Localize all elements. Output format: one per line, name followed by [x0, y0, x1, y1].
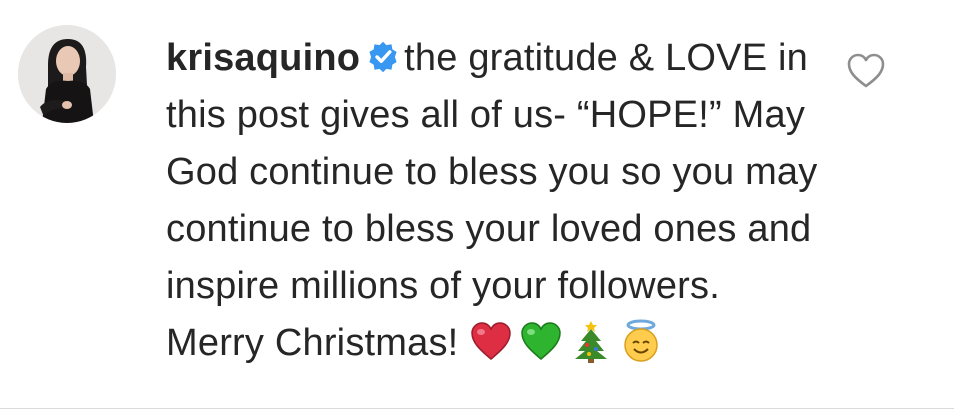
- avatar-photo: [18, 25, 116, 123]
- christmas-tree-icon: [575, 321, 608, 363]
- angel-face-icon: [624, 319, 658, 362]
- divider: [0, 408, 954, 409]
- green-heart-icon: [521, 322, 561, 360]
- red-heart-icon: [471, 322, 511, 360]
- avatar[interactable]: [18, 25, 116, 123]
- comment-text: the gratitude & LOVE in this post gives …: [166, 37, 818, 364]
- comment-username[interactable]: krisaquino: [166, 37, 360, 79]
- comment-body: krisaquino the gratitude & LOVE in this …: [166, 30, 826, 372]
- comment-item: krisaquino the gratitude & LOVE in this …: [0, 0, 954, 408]
- verified-badge-icon: [369, 41, 397, 73]
- like-heart-icon[interactable]: [846, 52, 886, 90]
